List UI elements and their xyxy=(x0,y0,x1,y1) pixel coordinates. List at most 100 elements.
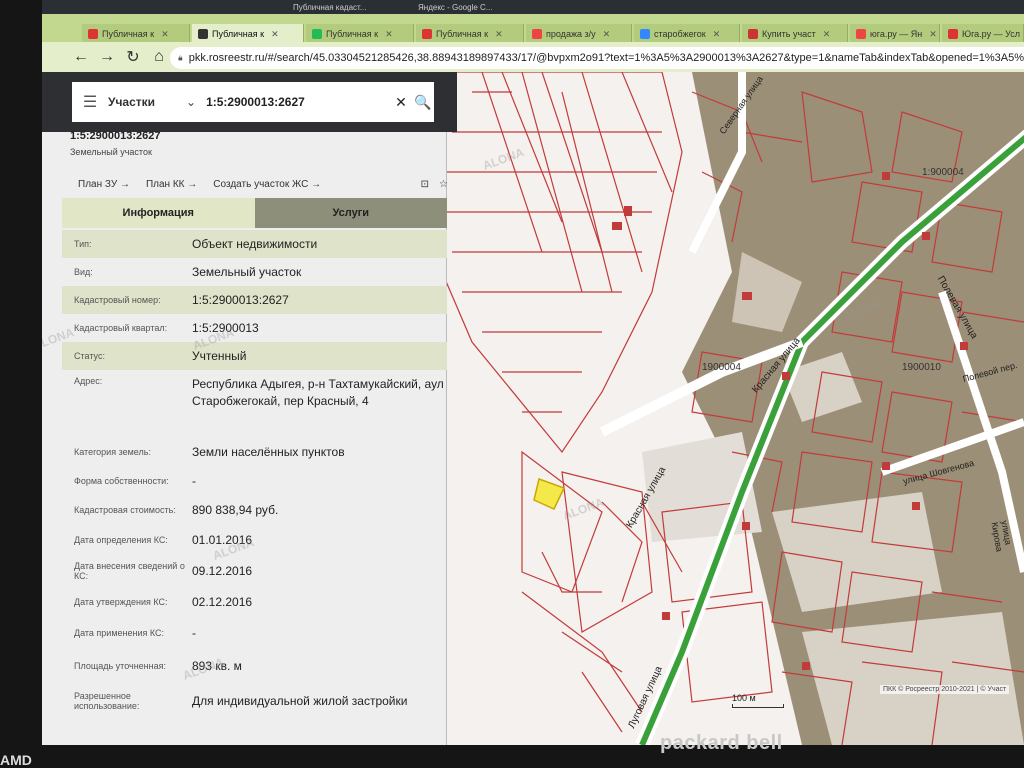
os-title-bar: Публичная кадаст... Яндекс - Google С... xyxy=(42,0,1024,14)
monitor-frame: Публичная кадаст... Яндекс - Google С...… xyxy=(0,0,1024,768)
tab-2[interactable]: Публичная к ✕ xyxy=(192,24,304,44)
tab-label: старобжегок xyxy=(654,29,706,39)
info-row: Дата определения КС: 01.01.2016 xyxy=(62,526,447,554)
row-value: Объект недвижимости xyxy=(192,236,318,251)
back-icon[interactable]: ← xyxy=(68,44,94,70)
tab-label: юга.ру — Ян xyxy=(870,29,923,39)
address-bar[interactable]: pkk.rosreestr.ru/#/search/45.03304521285… xyxy=(170,47,1024,69)
plan-zu-link[interactable]: План ЗУ → xyxy=(78,179,130,190)
info-row: Статус: Учтенный xyxy=(62,342,447,370)
page-icon xyxy=(640,29,650,39)
search-type-select[interactable]: Участки xyxy=(108,95,186,109)
object-number: 1:5:2900013:2627 xyxy=(70,130,161,142)
panel-tabs: Информация Услуги xyxy=(62,198,447,228)
search-bar: ☰ Участки ⌄ 1:5:2900013:2627 ✕ 🔍 xyxy=(42,72,457,132)
row-key: Дата утверждения КС: xyxy=(74,597,168,607)
scale-bar xyxy=(732,704,784,708)
quarter-label: 1900010 xyxy=(902,362,941,373)
row-value: - xyxy=(192,625,196,640)
row-value: 02.12.2016 xyxy=(192,594,253,609)
row-value: Земли населённых пунктов xyxy=(192,444,345,459)
info-row: Кадастровый квартал: 1:5:2900013 xyxy=(62,314,447,342)
info-row: Вид: Земельный участок xyxy=(62,258,447,286)
tab-label: Купить участ xyxy=(762,29,816,39)
os-tab-2[interactable]: Яндекс - Google С... xyxy=(412,0,498,14)
scale-label: 100 м xyxy=(732,693,756,703)
row-key: Кадастровая стоимость: xyxy=(74,505,176,515)
row-key: Дата внесения сведений о КС: xyxy=(74,561,185,581)
search-input[interactable]: 1:5:2900013:2627 xyxy=(206,95,390,109)
map-scale: 100 м xyxy=(732,693,784,708)
object-subtitle: Земельный участок xyxy=(70,147,152,157)
url-text: pkk.rosreestr.ru/#/search/45.03304521285… xyxy=(188,52,1024,64)
os-tab-label: Яндекс - Google С... xyxy=(418,2,493,12)
tab-9[interactable]: Юга.ру — Усл xyxy=(942,24,1024,44)
home-icon[interactable]: ⌂ xyxy=(146,44,172,70)
browser-toolbar: ← → ↻ ⌂ pkk.rosreestr.ru/#/search/45.033… xyxy=(42,42,1024,72)
close-icon[interactable]: ✕ xyxy=(271,29,279,40)
reload-icon[interactable]: ↻ xyxy=(120,44,146,70)
row-value: Земельный участок xyxy=(192,264,302,279)
info-row: Дата утверждения КС: 02.12.2016 xyxy=(62,588,447,616)
search-box: ☰ Участки ⌄ 1:5:2900013:2627 ✕ 🔍 xyxy=(72,82,434,122)
forward-icon[interactable]: → xyxy=(94,44,120,70)
page-icon xyxy=(422,29,432,39)
chevron-down-icon[interactable]: ⌄ xyxy=(186,95,196,109)
row-key: Дата применения КС: xyxy=(74,628,165,638)
info-row: Адрес: Республика Адыгея, р-н Тахтамукайс… xyxy=(62,372,447,434)
row-key: Кадастровый квартал: xyxy=(74,323,168,333)
page-icon xyxy=(748,29,758,39)
close-icon[interactable]: ✕ xyxy=(929,29,937,40)
lock-icon xyxy=(178,55,183,61)
close-icon[interactable]: ✕ xyxy=(161,29,169,40)
info-row: Кадастровый номер: 1:5:2900013:2627 xyxy=(62,286,447,314)
page-icon xyxy=(198,29,208,39)
plan-kk-link[interactable]: План КК → xyxy=(146,179,197,190)
row-value: 1:5:2900013:2627 xyxy=(192,292,289,307)
close-icon[interactable]: ✕ xyxy=(823,29,831,40)
info-row: Тип: Объект недвижимости xyxy=(62,230,447,258)
zoom-to-icon[interactable]: ⊡ xyxy=(421,179,429,190)
row-key: Категория земель: xyxy=(74,447,151,457)
tab-services[interactable]: Услуги xyxy=(254,198,447,228)
search-icon[interactable]: 🔍 xyxy=(412,94,434,111)
close-icon[interactable]: ✕ xyxy=(495,29,503,40)
row-key: Разрешенное использование: xyxy=(74,691,140,711)
tab-6[interactable]: старобжегок ✕ xyxy=(634,24,740,44)
tab-3[interactable]: Публичная к ✕ xyxy=(306,24,414,44)
tab-7[interactable]: Купить участ ✕ xyxy=(742,24,848,44)
close-icon[interactable]: ✕ xyxy=(385,29,393,40)
page-icon xyxy=(856,29,866,39)
tab-label: продажа з/у xyxy=(546,29,596,39)
clear-icon[interactable]: ✕ xyxy=(390,94,412,111)
tab-bar: Публичная кадаст... Яндекс - Google С...… xyxy=(42,0,1024,44)
info-row: Дата применения КС: - xyxy=(62,620,447,646)
tab-8[interactable]: юга.ру — Ян ✕ xyxy=(850,24,940,44)
tab-information[interactable]: Информация xyxy=(62,198,255,228)
quarter-label: 1:900004 xyxy=(922,167,964,178)
row-key: Площадь уточненная: xyxy=(74,661,166,671)
page-icon xyxy=(88,29,98,39)
tab-4[interactable]: Публичная к ✕ xyxy=(416,24,524,44)
close-icon[interactable]: ✕ xyxy=(713,29,721,40)
object-header: 1:5:2900013:2627 Земельный участок xyxy=(70,130,161,157)
os-tab-1[interactable]: Публичная кадаст... xyxy=(287,0,372,14)
panel-actions: ⊡ ☆ xyxy=(421,179,448,190)
page-icon xyxy=(532,29,542,39)
info-panel: ☰ Участки ⌄ 1:5:2900013:2627 ✕ 🔍 1:5:290… xyxy=(42,72,457,745)
tab-1[interactable]: Публичная к ✕ xyxy=(82,24,190,44)
row-value: 09.12.2016 xyxy=(192,563,253,578)
info-row: Дата внесения сведений о КС: 09.12.2016 xyxy=(62,556,447,586)
row-key: Тип: xyxy=(74,239,92,249)
star-icon[interactable]: ☆ xyxy=(439,179,448,190)
create-parcel-link[interactable]: Создать участок ЖС → xyxy=(213,179,321,190)
tab-5[interactable]: продажа з/у ✕ xyxy=(526,24,632,44)
info-row: Кадастровая стоимость: 890 838,94 руб. xyxy=(62,496,447,524)
info-row: Категория земель: Земли населённых пункто… xyxy=(62,438,447,466)
row-value: 893 кв. м xyxy=(192,658,242,673)
menu-icon[interactable]: ☰ xyxy=(72,92,108,112)
close-icon[interactable]: ✕ xyxy=(603,29,611,40)
page-icon xyxy=(948,29,958,39)
info-row: Форма собственности: - xyxy=(62,468,447,494)
tab-label: Публичная к xyxy=(102,29,155,39)
